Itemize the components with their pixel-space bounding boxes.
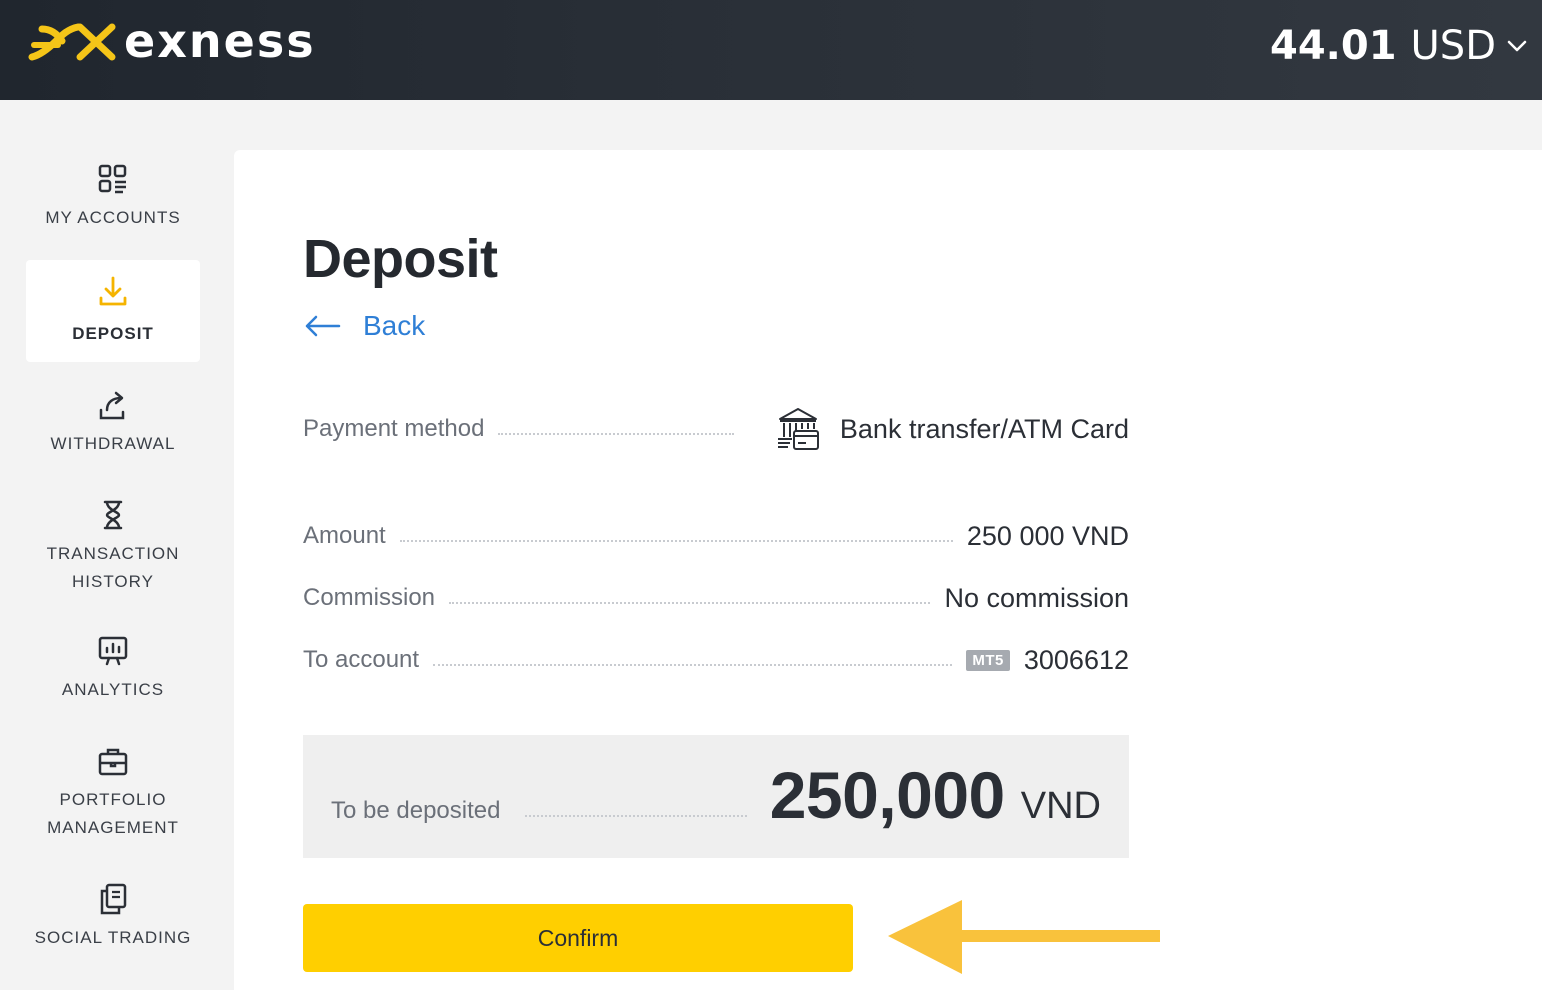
pointer-arrow-icon [888,900,1160,974]
confirm-button[interactable]: Confirm [303,904,853,972]
sidebar-item-portfolio-management[interactable]: PORTFOLIO MANAGEMENT [26,744,200,848]
payment-method-row: Payment method Bank transfer/ATM Card [303,406,1129,452]
mt5-badge: MT5 [966,649,1010,671]
amount-row: Amount 250 000 VND [303,516,1129,556]
sidebar-item-label-line2: HISTORY [72,572,154,591]
bank-card-icon [777,408,819,450]
dotted-leader [433,664,953,666]
sidebar-item-label: MY ACCOUNTS [45,208,181,227]
dotted-leader [449,602,931,604]
back-link[interactable]: Back [303,310,425,342]
to-be-deposited-label: To be deposited [331,797,501,824]
sidebar-item-label: WITHDRAWAL [50,434,176,453]
sidebar-item-analytics[interactable]: ANALYTICS [26,634,200,714]
chart-board-icon [98,636,128,666]
payment-method-label: Payment method [303,415,485,442]
payment-method-text: Bank transfer/ATM Card [839,413,1129,444]
commission-label: Commission [303,584,436,611]
total-number: 250,000 [769,758,1006,832]
to-be-deposited-amount: 250,000 VND [770,757,1101,833]
download-icon [99,276,127,306]
sidebar-item-label: ANALYTICS [61,680,165,699]
logo-text: exness [124,14,316,68]
to-account-label: To account [303,646,420,673]
dotted-leader [498,433,735,435]
to-account-value: MT5 3006612 [966,645,1129,676]
exness-logo-mark-icon [28,23,116,61]
total-currency: VND [1020,785,1101,827]
sidebar-item-deposit[interactable]: DEPOSIT [26,260,200,362]
sidebar-item-label: DEPOSIT [72,324,154,343]
page-title: Deposit [303,229,498,289]
amount-value: 250 000 VND [966,520,1129,551]
sidebar-item-withdrawal[interactable]: WITHDRAWAL [26,388,200,468]
sidebar-item-label-line1: PORTFOLIO [59,790,167,809]
sidebar-item-transaction-history[interactable]: TRANSACTION HISTORY [26,498,200,602]
sidebar-item-label-line1: TRANSACTION [46,544,180,563]
balance-amount: 44.01 [1270,23,1397,69]
account-balance-dropdown[interactable]: 44.01 USD [1270,22,1528,70]
sidebar-nav: MY ACCOUNTS DEPOSIT WITHDRAWAL TRANSACTI… [0,100,228,990]
commission-value: No commission [944,582,1129,613]
account-number: 3006612 [1023,644,1129,675]
balance-currency: USD [1410,23,1496,69]
payment-method-value: Bank transfer/ATM Card [774,405,1129,453]
back-label: Back [363,310,426,341]
dotted-leader [399,540,953,542]
sidebar-item-my-accounts[interactable]: MY ACCOUNTS [26,162,200,242]
exness-logo[interactable]: exness [28,18,316,64]
chevron-down-icon [1507,40,1527,52]
dotted-leader [525,815,747,817]
sidebar-item-label-line2: MANAGEMENT [47,818,179,837]
deposit-card: Deposit Back Payment method Bank transfe… [234,150,1542,990]
amount-label: Amount [303,522,386,549]
to-account-row: To account MT5 3006612 [303,640,1129,680]
top-bar: exness 44.01 USD [0,0,1542,100]
total-summary-box: To be deposited 250,000 VND [303,735,1129,858]
sidebar-item-social-trading[interactable]: SOCIAL TRADING [26,882,200,962]
upload-share-icon [99,391,125,420]
copy-icon [100,883,127,915]
accounts-grid-icon [98,164,127,194]
arrow-left-icon [305,315,341,337]
hourglass-icon [103,500,123,530]
sidebar-item-label: SOCIAL TRADING [34,928,192,947]
briefcase-icon [98,748,128,776]
commission-row: Commission No commission [303,578,1129,618]
